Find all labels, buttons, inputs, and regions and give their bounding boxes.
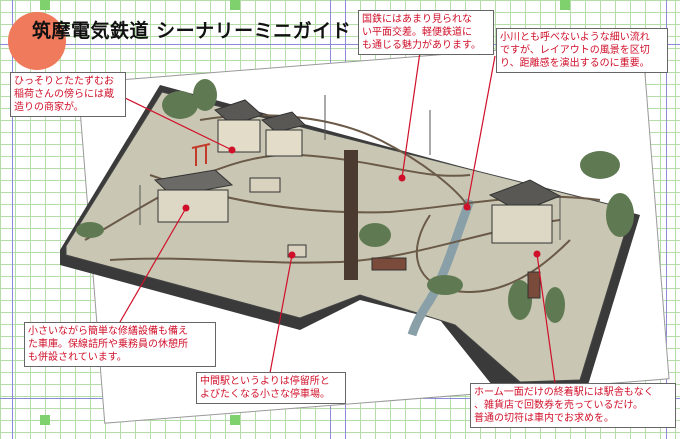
engine-shed	[157, 189, 229, 223]
railcar	[371, 257, 407, 271]
callout-line: も通じる魅力があります。	[362, 40, 481, 51]
callout-line: り、距離感を演出するのに重要。	[500, 58, 650, 69]
callout-level-crossing: 国鉄にはあまり見られな い平面交差。軽便鉄道に も通じる魅力があります。	[358, 10, 494, 55]
callout-halt: 中間駅というよりは停留所と よびたくなる小さな停車場。	[196, 372, 346, 404]
callout-line: 小川とも呼べないような細い流れ	[500, 32, 650, 43]
callout-line: た車庫。保線詰所や乗務員の休憩所	[28, 339, 188, 350]
callout-line: 稲荷さんの傍らには蔵	[14, 89, 114, 100]
callout-terminal: ホーム一面だけの終着駅には駅舎もなく 、雑貨店で回数券を売っているだけ。 普通の…	[470, 383, 676, 428]
callout-line: ホーム一面だけの終着駅には駅舎もなく	[474, 387, 654, 398]
leader-dot	[533, 250, 541, 258]
callout-shrine-merchant: ひっそりとたたずむお 稲荷さんの傍らには蔵 造りの商家が。	[10, 72, 126, 117]
callout-line: 造りの商家が。	[14, 102, 84, 113]
callout-line: い平面交差。軽便鉄道に	[362, 27, 472, 38]
callout-line: ですが、レイアウトの風景を区切	[500, 45, 650, 56]
callout-line: 中間駅というよりは停留所と	[200, 376, 330, 387]
callout-line: 、雑貨店で回数券を売っているだけ。	[474, 400, 643, 411]
callout-stream: 小川とも呼べないような細い流れ ですが、レイアウトの風景を区切 り、距離感を演出…	[496, 28, 668, 73]
callout-line: ひっそりとたたずむお	[14, 76, 114, 87]
callout-line: 国鉄にはあまり見られな	[362, 14, 472, 25]
terminal-building	[491, 204, 553, 244]
callout-line: よびたくなる小さな停車場。	[200, 389, 330, 400]
brick-chimney	[344, 150, 358, 280]
callout-engine-shed: 小さいながら簡単な修繕設備も備え た車庫。保線詰所や乗務員の休憩所 も併設されて…	[24, 322, 216, 367]
leader-dot	[463, 203, 471, 211]
leader-dot	[288, 251, 296, 259]
callout-line: 普通の切符は車内でお求めを。	[474, 413, 614, 424]
railcar	[527, 271, 541, 299]
callout-line: も併設されています。	[28, 352, 127, 363]
leader-dot	[228, 146, 236, 154]
leader-dot	[182, 204, 190, 212]
callout-line: 小さいながら簡単な修繕設備も備え	[28, 326, 188, 337]
merchant-house	[217, 119, 261, 153]
leader-dot	[398, 174, 406, 182]
page-title: 筑摩電気鉄道 シーナリーミニガイド	[32, 20, 352, 42]
